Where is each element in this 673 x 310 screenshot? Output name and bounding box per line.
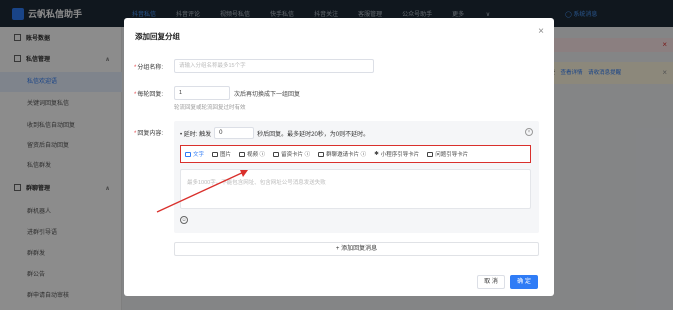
tab-image[interactable]: 图片 <box>212 150 231 158</box>
rounds-suffix: 次后再切换成下一组回复 <box>234 92 301 98</box>
rounds-hint: 轮流回复或轮流回复过时有效 <box>174 105 246 111</box>
card-icon <box>273 151 280 157</box>
miniprogram-icon: ✱ <box>374 151 379 157</box>
close-icon[interactable]: × <box>538 26 544 37</box>
tab-lead-card[interactable]: 留资卡片 ⓘ <box>273 150 310 158</box>
image-icon <box>212 151 219 157</box>
video-icon <box>239 151 246 157</box>
tab-text[interactable]: 文字 <box>185 150 204 158</box>
tab-group-invite-card[interactable]: 群聊邀请卡片 ⓘ <box>318 150 366 158</box>
rounds-input[interactable]: 1 <box>174 86 230 100</box>
emoji-icon[interactable]: ☺ <box>180 216 188 224</box>
cancel-button[interactable]: 取 消 <box>477 275 505 289</box>
group-name-label: *分组名称: <box>134 65 164 71</box>
delay-row: • 延时: 触发 0 秒后回复。最多延时20秒，为0则不延时。 <box>180 127 369 139</box>
message-type-toolbar: 文字 图片 视频 ⓘ 留资卡片 ⓘ 群聊邀请卡片 ⓘ ✱ 小程序引导卡片 问题引导… <box>180 145 531 163</box>
question-card-icon <box>427 151 434 157</box>
remove-icon[interactable]: × <box>525 128 533 136</box>
text-icon <box>185 151 191 157</box>
tab-question-card[interactable]: 问题引导卡片 <box>427 150 468 158</box>
add-reply-group-dialog: 添加回复分组 × *分组名称: 请输入分组名称最多15个字 *每轮回复: 1 次… <box>124 18 554 296</box>
content-label: *回复内容: <box>134 131 164 137</box>
confirm-button[interactable]: 确 定 <box>510 275 538 289</box>
reply-message-box: • 延时: 触发 0 秒后回复。最多延时20秒，为0则不延时。 × 文字 图片 … <box>174 121 539 233</box>
tab-miniprogram-card[interactable]: ✱ 小程序引导卡片 <box>374 150 419 158</box>
rounds-label: *每轮回复: <box>134 92 164 98</box>
tab-video[interactable]: 视频 ⓘ <box>239 150 265 158</box>
dialog-title: 添加回复分组 <box>135 32 180 41</box>
add-reply-button[interactable]: + 添加回复消息 <box>174 242 539 256</box>
group-name-input[interactable]: 请输入分组名称最多15个字 <box>174 59 374 73</box>
message-textarea[interactable]: 最多1000字。不能包含网址、包含网址公号消息发送失败 <box>180 169 531 209</box>
delay-input[interactable]: 0 <box>214 127 255 139</box>
group-card-icon <box>318 151 325 157</box>
